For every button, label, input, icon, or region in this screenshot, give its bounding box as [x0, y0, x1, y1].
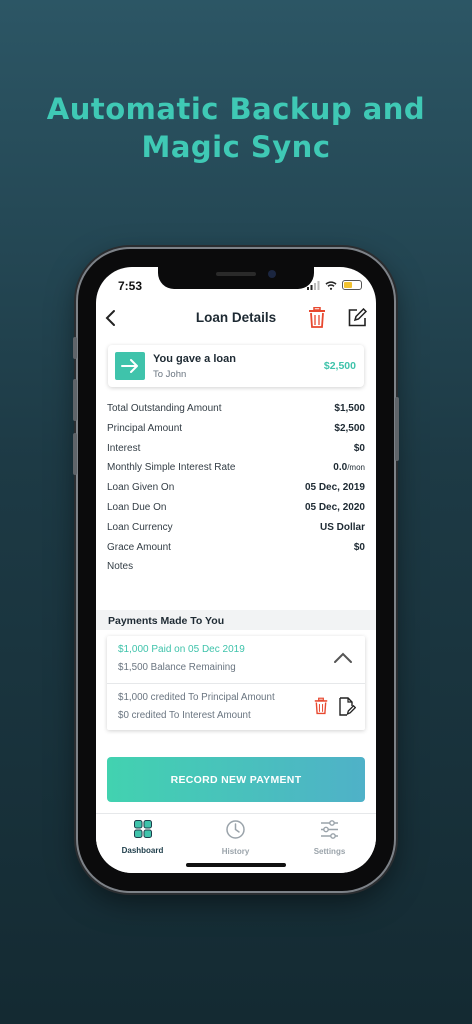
- detail-value: $1,500: [334, 403, 365, 414]
- detail-row-interest: Interest $0: [107, 443, 365, 463]
- tab-settings[interactable]: Settings: [283, 820, 376, 856]
- detail-label: Loan Due On: [107, 501, 167, 513]
- loan-type-label: You gave a loan: [153, 353, 236, 365]
- detail-value: 05 Dec, 2020: [304, 501, 365, 513]
- detail-row-due-on: Loan Due On 05 Dec, 2020: [107, 502, 365, 522]
- loan-recipient: To John: [153, 369, 187, 380]
- signal-icon: [307, 280, 320, 290]
- detail-label: Grace Amount: [107, 541, 171, 553]
- tab-label: Dashboard: [121, 846, 164, 855]
- status-time: 7:53: [118, 279, 143, 293]
- detail-value: 05 Dec, 2019: [304, 482, 365, 494]
- trash-icon[interactable]: [308, 307, 326, 328]
- tab-label: Settings: [313, 847, 346, 856]
- loan-details-list: Total Outstanding Amount $1,500 Principa…: [107, 403, 365, 581]
- page-title: Loan Details: [195, 310, 277, 325]
- headline-line-1: Automatic Backup and: [46, 92, 426, 126]
- payment-paid-text: $1,000 Paid on 05 Dec 2019: [118, 644, 245, 655]
- detail-label: Loan Given On: [107, 482, 175, 494]
- nav-bar: Loan Details: [96, 303, 376, 333]
- trash-icon[interactable]: [314, 697, 328, 715]
- status-bar: 7:53: [96, 277, 376, 297]
- status-icons: [307, 280, 362, 290]
- detail-value: 0.0/mon: [333, 462, 365, 473]
- edit-icon[interactable]: [348, 308, 367, 327]
- promo-headline: Automatic Backup and Magic Sync: [0, 90, 472, 166]
- payments-header: Payments Made To You: [108, 615, 225, 627]
- wifi-icon: [325, 280, 337, 290]
- principal-credit-text: $1,000 credited To Principal Amount: [118, 692, 275, 703]
- tab-dashboard[interactable]: Dashboard: [96, 820, 189, 855]
- detail-row-currency: Loan Currency US Dollar: [107, 522, 365, 542]
- chevron-up-icon[interactable]: [333, 652, 353, 664]
- payment-card[interactable]: $1,000 Paid on 05 Dec 2019 $1,500 Balanc…: [107, 636, 365, 730]
- detail-row-total-outstanding: Total Outstanding Amount $1,500: [107, 403, 365, 423]
- power-button: [395, 397, 399, 461]
- home-indicator[interactable]: [186, 863, 286, 867]
- rate-unit: /mon: [347, 463, 365, 473]
- grid-icon: [133, 820, 152, 838]
- tab-history[interactable]: History: [189, 820, 282, 856]
- headline-line-2: Magic Sync: [141, 130, 331, 164]
- detail-value: $0: [353, 442, 365, 454]
- interest-credit-text: $0 credited To Interest Amount: [118, 710, 251, 721]
- detail-row-interest-rate: Monthly Simple Interest Rate 0.0/mon: [107, 462, 365, 482]
- speaker: [216, 272, 256, 276]
- clock-icon: [226, 820, 245, 839]
- detail-label: Total Outstanding Amount: [107, 403, 222, 414]
- detail-label: Interest: [107, 442, 141, 454]
- detail-row-notes: Notes: [107, 561, 365, 581]
- loan-summary-card[interactable]: You gave a loan To John $2,500: [108, 345, 364, 387]
- payment-balance-text: $1,500 Balance Remaining: [118, 662, 236, 673]
- detail-label: Monthly Simple Interest Rate: [107, 462, 236, 474]
- mute-switch: [73, 337, 77, 359]
- detail-row-principal: Principal Amount $2,500: [107, 423, 365, 443]
- tab-label: History: [221, 847, 250, 856]
- loan-amount: $2,500: [323, 360, 356, 372]
- detail-label: Notes: [107, 561, 134, 573]
- volume-down-button: [73, 433, 77, 475]
- sliders-icon: [321, 820, 338, 839]
- detail-value: $0: [353, 541, 365, 553]
- detail-row-given-on: Loan Given On 05 Dec, 2019: [107, 482, 365, 502]
- payment-divider: [107, 683, 365, 684]
- detail-value: $2,500: [334, 422, 365, 434]
- battery-icon: [342, 280, 362, 290]
- detail-label: Loan Currency: [107, 521, 173, 533]
- arrow-right-icon: [115, 352, 145, 380]
- detail-label: Principal Amount: [107, 422, 183, 434]
- detail-value: US Dollar: [319, 521, 365, 533]
- detail-row-grace-amount: Grace Amount $0: [107, 542, 365, 562]
- rate-value: 0.0: [333, 462, 348, 474]
- record-new-payment-button[interactable]: RECORD NEW PAYMENT: [107, 757, 365, 802]
- volume-up-button: [73, 379, 77, 421]
- edit-document-icon[interactable]: [338, 697, 356, 716]
- app-screen: 7:53 Loan Details You gave a loan To Joh…: [96, 267, 376, 873]
